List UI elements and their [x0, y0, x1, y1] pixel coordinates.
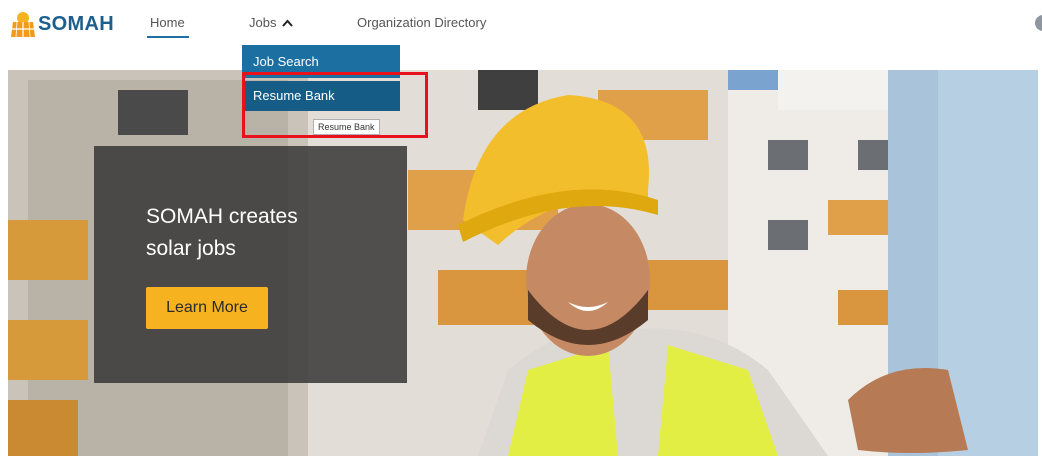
- learn-more-button[interactable]: Learn More: [146, 287, 268, 329]
- brand-name: SOMAH: [38, 12, 114, 35]
- chevron-up-icon: [282, 19, 294, 27]
- nav-organization-directory[interactable]: Organization Directory: [357, 15, 486, 30]
- somah-logo[interactable]: SOMAH: [10, 8, 114, 40]
- promo-headline-line1: SOMAH creates: [146, 205, 298, 228]
- promo-card: SOMAH creates solar jobs Learn More: [94, 146, 407, 383]
- user-avatar[interactable]: [1035, 15, 1042, 31]
- promo-headline: SOMAH creates solar jobs: [146, 201, 376, 265]
- hero-banner: SOMAH creates solar jobs Learn More: [8, 70, 1038, 456]
- resume-bank-tooltip: Resume Bank: [313, 119, 380, 135]
- active-nav-underline: [147, 36, 189, 38]
- nav-jobs-label: Jobs: [249, 15, 277, 30]
- site-header: SOMAH Home Jobs Organization Directory: [0, 0, 1042, 62]
- nav-home[interactable]: Home: [150, 15, 185, 30]
- promo-headline-line2: solar jobs: [146, 237, 236, 260]
- nav-jobs[interactable]: Jobs: [249, 15, 294, 30]
- solar-panel-logo-icon: [11, 12, 35, 38]
